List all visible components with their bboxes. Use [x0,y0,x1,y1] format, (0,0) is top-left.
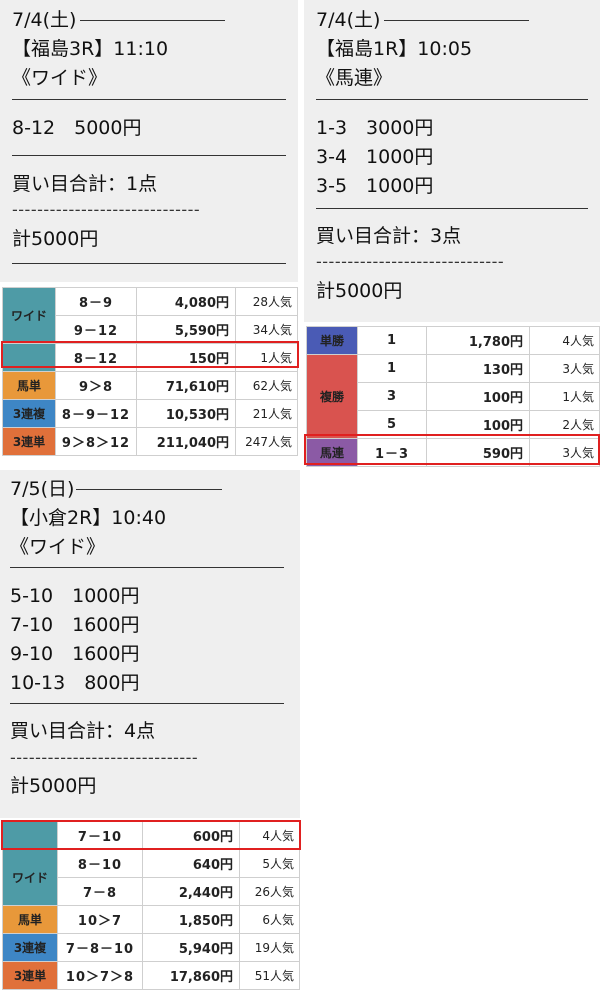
combo: 9＞8＞12 [55,427,137,456]
hit-highlight [1,820,301,850]
bet-count: 買い目合計：3点 [316,225,462,247]
hit-highlight [304,434,600,465]
combo: 8－9－12 [55,399,137,428]
payout: 10,530円 [136,399,236,428]
dashed-divider: ------------------------------ [10,748,199,767]
results-table-1: ワイド 8－9 4,080円 28人気 9－12 5,590円 34人気 8－1… [2,287,298,456]
table-row: 3連複 7－8－10 5,940円 19人気 [2,933,300,962]
popularity: 51人気 [239,961,300,990]
bet-line: 7-10 1600円 [10,614,140,636]
divider [12,99,286,100]
popularity: 26人気 [239,877,300,906]
ticket-bet-type: 《ワイド》 [10,536,106,558]
combo: 1 [357,354,427,383]
sanrentan-label: 3連単 [2,427,56,456]
bet-line: 9-10 1600円 [10,643,140,665]
table-row: 3連複 8－9－12 10,530円 21人気 [2,399,298,428]
payout: 5,590円 [136,315,236,344]
payout: 640円 [142,849,240,878]
combo: 8－9 [55,287,137,316]
tansho-label: 単勝 [306,326,358,355]
wide-label: ワイド [2,287,56,344]
sanrentan-label: 3連単 [2,961,58,990]
payout: 1,850円 [142,905,240,934]
ticket-race: 【福島1R】10:05 [316,38,473,60]
umatan-label: 馬単 [2,371,56,400]
combo: 7－8 [57,877,143,906]
bet-line: 3-5 1000円 [316,175,434,197]
payout: 130円 [426,354,530,383]
combo: 10＞7＞8 [57,961,143,990]
wide-label: ワイド [2,849,58,906]
popularity: 28人気 [235,287,298,316]
popularity: 4人気 [529,326,600,355]
date-line [384,20,529,21]
bet-line: 5-10 1000円 [10,585,140,607]
table-row: 馬単 9＞8 71,610円 62人気 [2,371,298,400]
date-line [76,489,222,490]
table-row: ワイド 8－10 640円 5人気 [2,849,300,906]
table-row: ワイド 8－9 4,080円 28人気 [2,287,298,344]
combo: 7－8－10 [57,933,143,962]
ticket-race: 【小倉2R】10:40 [10,507,167,529]
bet-count: 買い目合計：1点 [12,173,158,195]
hit-highlight [1,341,299,368]
dashed-divider: ------------------------------ [316,252,505,271]
popularity: 247人気 [235,427,298,456]
combo: 8－10 [57,849,143,878]
popularity: 19人気 [239,933,300,962]
payout: 2,440円 [142,877,240,906]
table-row: 3連単 9＞8＞12 211,040円 247人気 [2,427,298,456]
divider [12,263,286,264]
combo: 9－12 [55,315,137,344]
dashed-divider: ------------------------------ [12,200,201,219]
ticket-bets: 1-3 3000円 3-4 1000円 3-5 1000円 [316,114,433,201]
popularity: 62人気 [235,371,298,400]
divider [316,99,588,100]
table-row: 複勝 1 130円 3人気 [306,354,600,439]
table-row: 単勝 1 1,780円 4人気 [306,326,600,355]
bet-count: 買い目合計：4点 [10,720,156,742]
payout: 100円 [426,382,530,411]
divider [12,155,286,156]
payout: 4,080円 [136,287,236,316]
ticket-bets: 5-10 1000円 7-10 1600円 9-10 1600円 10-13 8… [10,582,139,698]
popularity: 5人気 [239,849,300,878]
fukusho-label: 複勝 [306,354,358,439]
bet-total: 計5000円 [12,228,99,250]
table-row: 3連単 10＞7＞8 17,860円 51人気 [2,961,300,990]
sanrenpuku-label: 3連複 [2,933,58,962]
bet-line: 3-4 1000円 [316,146,434,168]
divider [10,567,284,568]
divider [316,208,588,209]
combo: 1 [357,326,427,355]
table-row: 馬単 10＞7 1,850円 6人気 [2,905,300,934]
payout: 17,860円 [142,961,240,990]
payout: 1,780円 [426,326,530,355]
popularity: 6人気 [239,905,300,934]
combo: 9＞8 [55,371,137,400]
combo: 10＞7 [57,905,143,934]
bet-line: 1-3 3000円 [316,117,434,139]
popularity: 34人気 [235,315,298,344]
payout: 71,610円 [136,371,236,400]
ticket-bet-type: 《馬連》 [316,67,393,89]
bet-line: 8-12 5000円 [12,117,142,139]
popularity: 3人気 [529,354,600,383]
bet-line: 10-13 800円 [10,672,140,694]
payout: 5,940円 [142,933,240,962]
umatan-label: 馬単 [2,905,58,934]
combo: 3 [357,382,427,411]
payout: 211,040円 [136,427,236,456]
ticket-race: 【福島3R】11:10 [12,38,169,60]
bet-total: 計5000円 [10,775,97,797]
sanrenpuku-label: 3連複 [2,399,56,428]
bet-total: 計5000円 [316,280,403,302]
popularity: 21人気 [235,399,298,428]
ticket-bets: 8-12 5000円 [12,114,141,143]
divider [10,703,284,704]
popularity: 1人気 [529,382,600,411]
ticket-bet-type: 《ワイド》 [12,67,108,89]
date-line [80,20,225,21]
